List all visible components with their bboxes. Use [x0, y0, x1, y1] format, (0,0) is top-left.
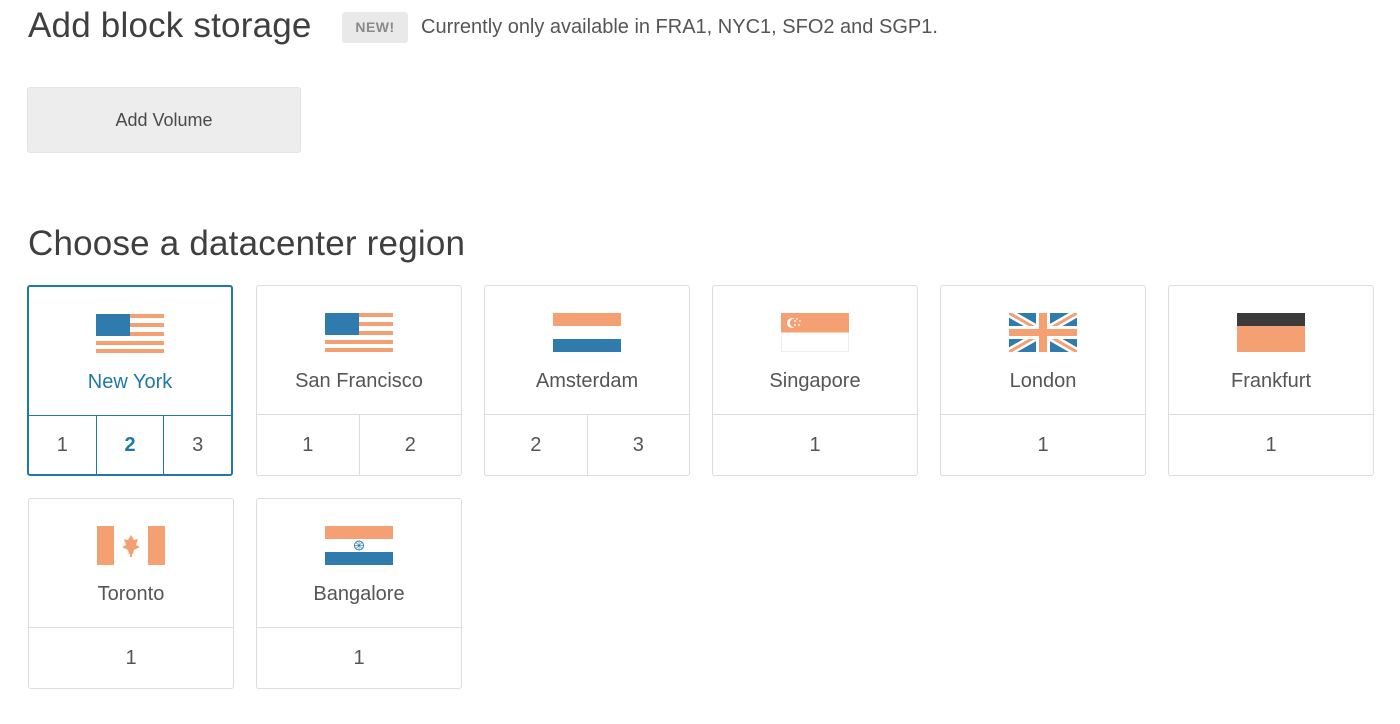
datacenter-card-san-francisco: San Francisco 1 2: [256, 285, 462, 476]
datacenter-select-frankfurt[interactable]: Frankfurt: [1169, 286, 1373, 415]
datacenter-option-nyc2[interactable]: 2: [95, 416, 164, 474]
new-badge: NEW!: [342, 12, 408, 43]
datacenter-option-tor1[interactable]: 1: [29, 628, 233, 688]
datacenter-name: Frankfurt: [1230, 370, 1312, 392]
datacenter-name: Bangalore: [313, 583, 405, 605]
datacenter-option-nyc1[interactable]: 1: [29, 416, 96, 474]
datacenter-select-amsterdam[interactable]: Amsterdam: [485, 286, 689, 415]
datacenter-name: New York: [87, 371, 173, 393]
singapore-flag-icon: [781, 313, 849, 352]
datacenter-card-singapore: Singapore 1: [712, 285, 918, 476]
datacenter-option-ams3[interactable]: 3: [586, 415, 690, 475]
india-flag-icon: [325, 526, 393, 565]
datacenter-name: San Francisco: [295, 370, 423, 392]
datacenter-option-sgp1[interactable]: 1: [713, 415, 917, 475]
datacenter-option-nyc3[interactable]: 3: [163, 416, 231, 474]
datacenter-option-blr1[interactable]: 1: [257, 628, 461, 688]
datacenter-option-fra1[interactable]: 1: [1169, 415, 1373, 475]
datacenter-name: London: [1009, 370, 1077, 392]
datacenter-select-new-york[interactable]: New York: [29, 287, 231, 416]
datacenter-select-bangalore[interactable]: Bangalore: [257, 499, 461, 628]
datacenter-card-toronto: Toronto 1: [28, 498, 234, 689]
availability-note: Currently only available in FRA1, NYC1, …: [421, 16, 938, 38]
datacenter-option-sfo2[interactable]: 2: [358, 415, 462, 475]
datacenter-card-new-york: New York 1 2 3: [27, 285, 233, 476]
germany-flag-icon: [1237, 313, 1305, 352]
datacenter-option-lon1[interactable]: 1: [941, 415, 1145, 475]
netherlands-flag-icon: [553, 313, 621, 352]
block-storage-title: Add block storage: [28, 6, 312, 45]
datacenter-select-san-francisco[interactable]: San Francisco: [257, 286, 461, 415]
usa-flag-icon: [325, 313, 393, 352]
datacenter-option-sfo1[interactable]: 1: [257, 415, 359, 475]
datacenter-option-ams2[interactable]: 2: [485, 415, 587, 475]
datacenter-name: Amsterdam: [535, 370, 639, 392]
region-title: Choose a datacenter region: [28, 224, 466, 263]
datacenter-card-london: London 1: [940, 285, 1146, 476]
datacenter-select-toronto[interactable]: Toronto: [29, 499, 233, 628]
datacenter-card-frankfurt: Frankfurt 1: [1168, 285, 1374, 476]
datacenter-card-amsterdam: Amsterdam 2 3: [484, 285, 690, 476]
datacenter-select-singapore[interactable]: Singapore: [713, 286, 917, 415]
datacenter-select-london[interactable]: London: [941, 286, 1145, 415]
uk-flag-icon: [1009, 313, 1077, 352]
datacenter-name: Singapore: [769, 370, 861, 392]
usa-flag-icon: [96, 314, 164, 353]
datacenter-card-bangalore: Bangalore 1: [256, 498, 462, 689]
datacenter-name: Toronto: [97, 583, 165, 605]
add-volume-button[interactable]: Add Volume: [27, 87, 301, 153]
canada-flag-icon: [97, 526, 165, 565]
